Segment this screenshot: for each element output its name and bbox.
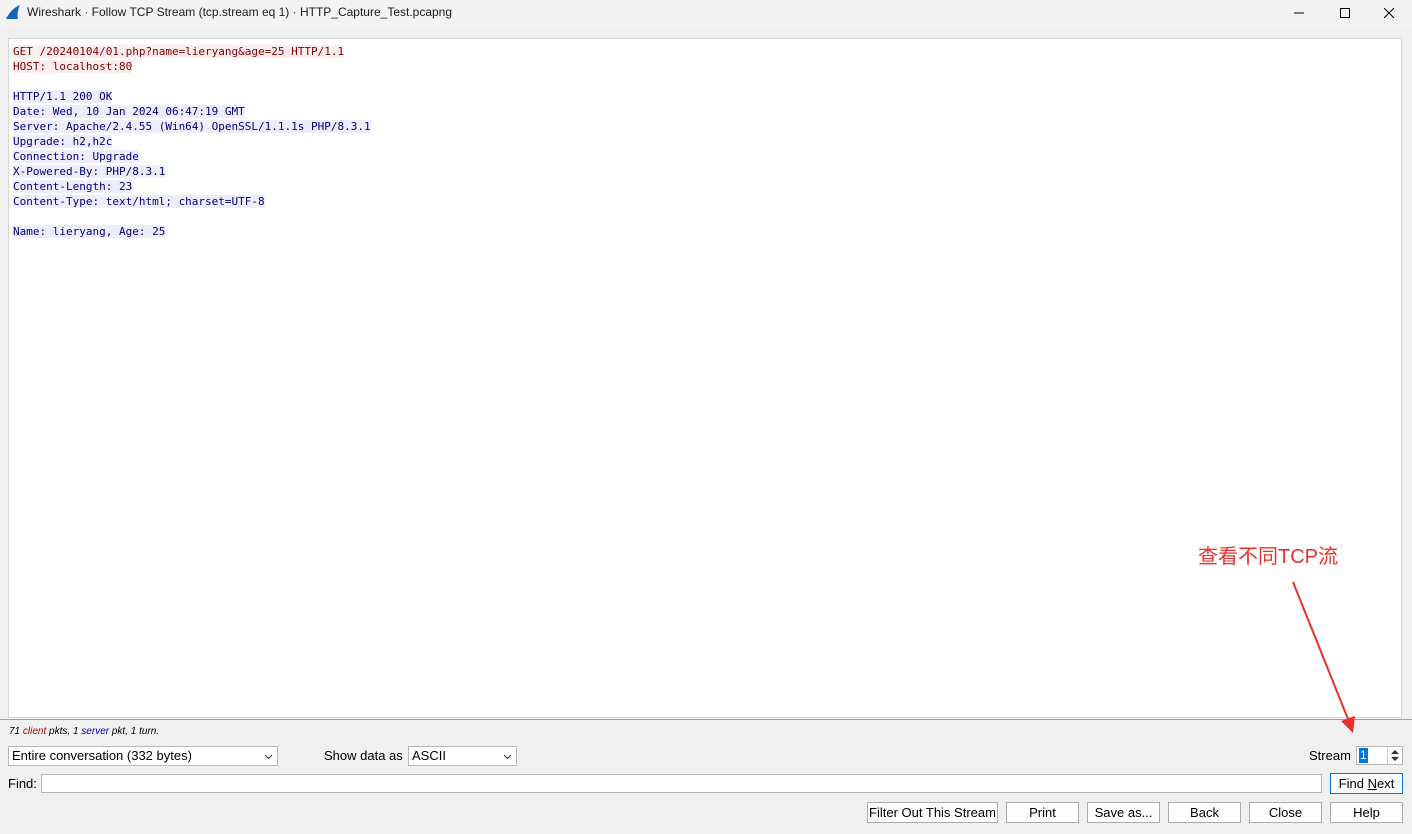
save-as-button[interactable]: Save as... bbox=[1087, 802, 1160, 823]
back-button[interactable]: Back bbox=[1168, 802, 1241, 823]
stream-spinbox[interactable]: 1 bbox=[1356, 746, 1403, 765]
server-line: HTTP/1.1 200 OK bbox=[13, 90, 113, 103]
show-data-label: Show data as bbox=[324, 748, 403, 763]
chevron-down-icon bbox=[503, 754, 512, 760]
server-line: X-Powered-By: PHP/8.3.1 bbox=[13, 165, 166, 178]
server-line: Server: Apache/2.4.55 (Win64) OpenSSL/1.… bbox=[13, 120, 371, 133]
conversation-select[interactable]: Entire conversation (332 bytes) bbox=[8, 746, 278, 766]
server-line: Date: Wed, 10 Jan 2024 06:47:19 GMT bbox=[13, 105, 245, 118]
close-icon bbox=[1384, 8, 1394, 18]
filter-out-stream-button[interactable]: Filter Out This Stream bbox=[867, 802, 998, 823]
server-line: Content-Length: 23 bbox=[13, 180, 133, 193]
wireshark-fin-icon bbox=[6, 5, 20, 19]
maximize-button[interactable] bbox=[1322, 0, 1368, 26]
find-next-button[interactable]: Find Next bbox=[1330, 773, 1403, 794]
divider bbox=[0, 719, 1412, 720]
client-line: HOST: localhost:80 bbox=[13, 60, 133, 73]
maximize-icon bbox=[1340, 8, 1350, 18]
stream-content-area[interactable]: GET /20240104/01.php?name=lieryang&age=2… bbox=[8, 38, 1402, 718]
find-input[interactable] bbox=[41, 774, 1322, 793]
server-body-line: Name: lieryang, Age: 25 bbox=[13, 225, 166, 238]
show-data-select[interactable]: ASCII bbox=[408, 746, 517, 766]
stream-label: Stream bbox=[1309, 748, 1351, 763]
chevron-down-icon bbox=[264, 754, 273, 760]
minimize-icon bbox=[1294, 12, 1304, 14]
conversation-select-value: Entire conversation (332 bytes) bbox=[12, 748, 192, 763]
show-data-select-value: ASCII bbox=[412, 748, 446, 763]
window-title: Wireshark · Follow TCP Stream (tcp.strea… bbox=[27, 5, 453, 19]
annotation-text: 查看不同TCP流 bbox=[1198, 546, 1338, 568]
close-window-button[interactable] bbox=[1366, 0, 1412, 26]
stream-status: 71 client pkts, 1 server pkt, 1 turn. bbox=[9, 726, 160, 737]
close-button[interactable]: Close bbox=[1249, 802, 1322, 823]
spin-up-icon[interactable] bbox=[1391, 750, 1399, 754]
help-button[interactable]: Help bbox=[1330, 802, 1403, 823]
spin-down-icon[interactable] bbox=[1391, 757, 1399, 761]
server-line: Connection: Upgrade bbox=[13, 150, 139, 163]
server-line: Content-Type: text/html; charset=UTF-8 bbox=[13, 195, 265, 208]
minimize-button[interactable] bbox=[1276, 0, 1322, 26]
print-button[interactable]: Print bbox=[1006, 802, 1079, 823]
title-bar: Wireshark · Follow TCP Stream (tcp.strea… bbox=[0, 0, 1412, 26]
find-label: Find: bbox=[8, 776, 37, 791]
server-line: Upgrade: h2,h2c bbox=[13, 135, 113, 148]
client-line: GET /20240104/01.php?name=lieryang&age=2… bbox=[13, 45, 345, 58]
stream-spinbox-value[interactable]: 1 bbox=[1359, 748, 1368, 763]
stream-spinbox-buttons[interactable] bbox=[1387, 747, 1402, 764]
